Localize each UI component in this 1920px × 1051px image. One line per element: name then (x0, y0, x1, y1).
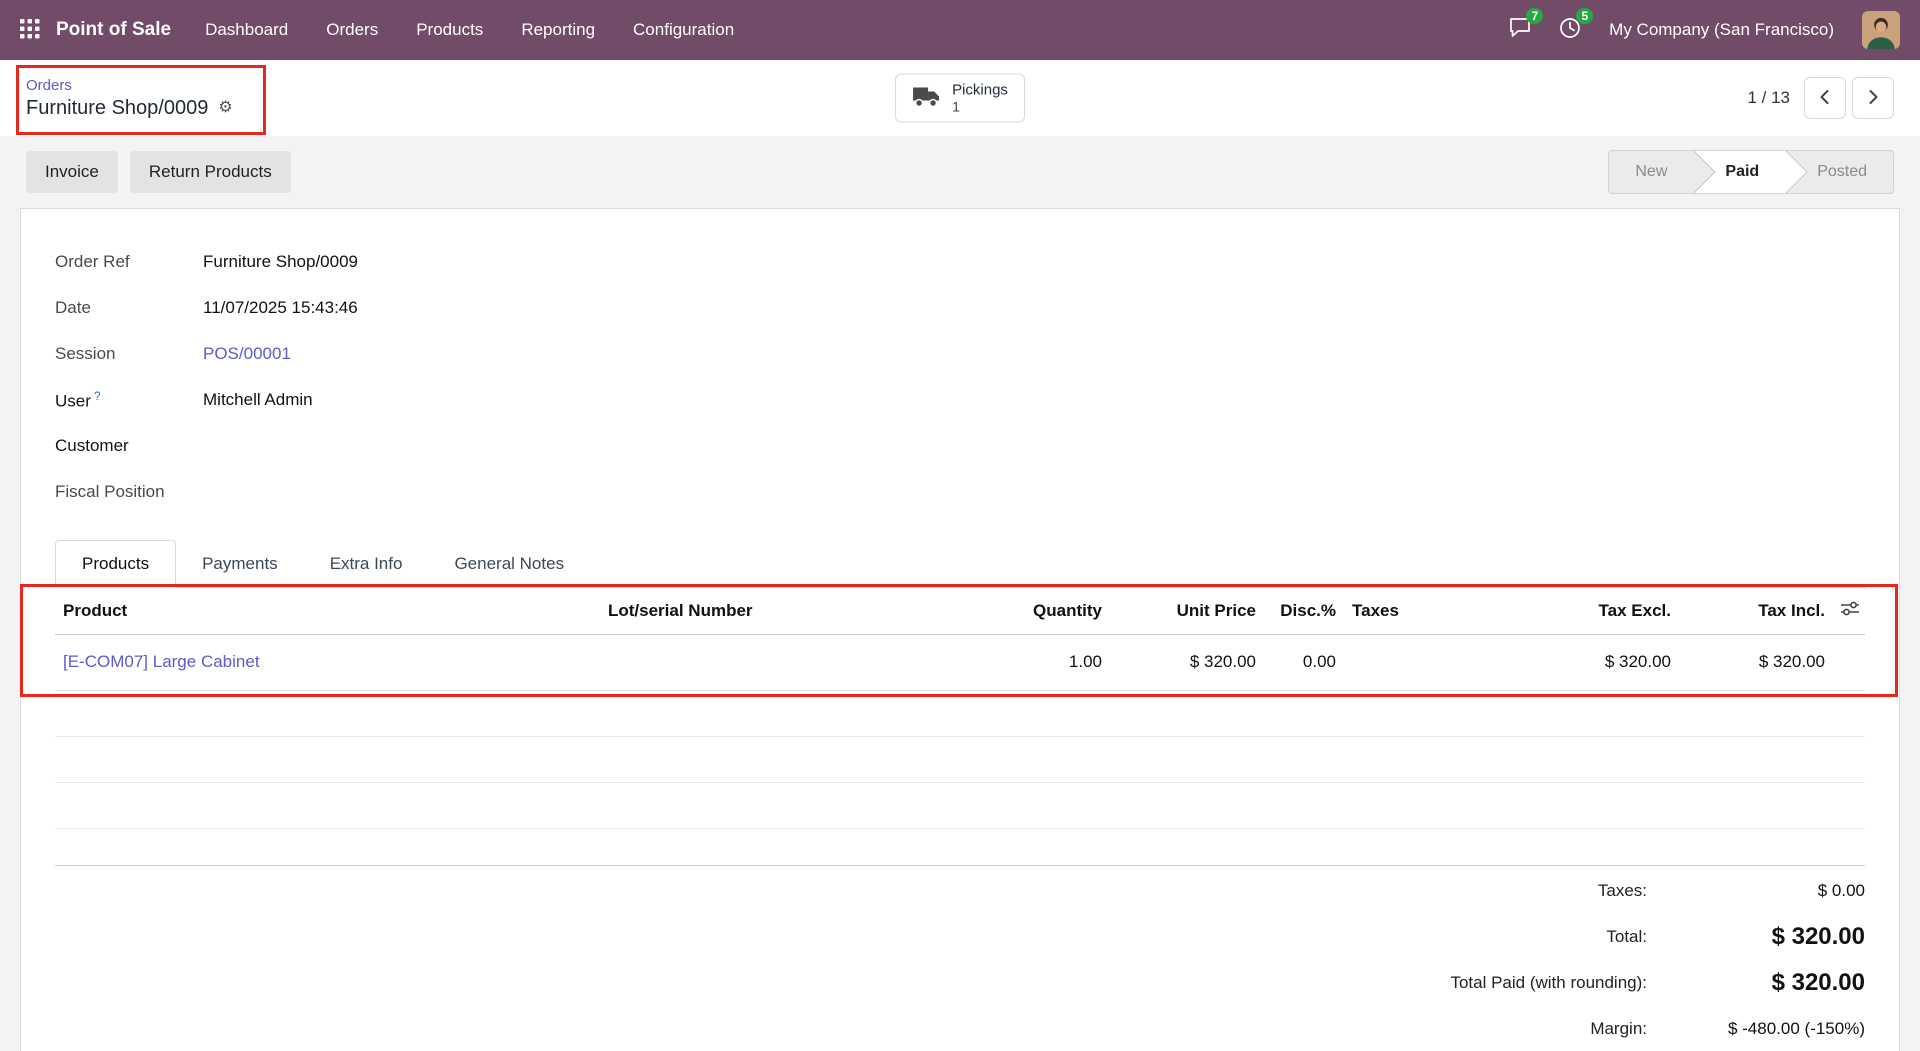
empty-row (55, 782, 1865, 829)
tab-payments[interactable]: Payments (176, 540, 304, 588)
optional-columns-button[interactable] (1833, 588, 1865, 635)
session-link[interactable]: POS/00001 (203, 344, 291, 364)
col-unit-price[interactable]: Unit Price (1110, 588, 1264, 635)
apps-menu-button[interactable] (20, 18, 40, 42)
return-products-button[interactable]: Return Products (129, 151, 291, 193)
empty-row (55, 690, 1865, 737)
apps-grid-icon (20, 18, 40, 42)
field-label: Order Ref (55, 252, 130, 271)
col-quantity[interactable]: Quantity (930, 588, 1110, 635)
total-label: Total Paid (with rounding): (1450, 972, 1647, 992)
tab-general-notes[interactable]: General Notes (428, 540, 590, 588)
pager-value: 1 / 13 (1747, 88, 1790, 107)
company-switcher[interactable]: My Company (San Francisco) (1609, 20, 1834, 40)
truck-icon (912, 86, 940, 111)
field-fiscal-position: Fiscal Position (55, 469, 1865, 515)
col-discount[interactable]: Disc.% (1264, 588, 1344, 635)
status-step-new[interactable]: New (1609, 151, 1694, 193)
top-navbar: Point of Sale Dashboard Orders Products … (0, 0, 1920, 60)
empty-row (55, 736, 1865, 783)
cell-tax-incl[interactable]: $ 320.00 (1679, 634, 1833, 691)
pickings-label: Pickings (952, 81, 1008, 99)
col-taxes[interactable]: Taxes (1344, 588, 1484, 635)
field-value: Furniture Shop/0009 (203, 252, 358, 271)
cell-tax-excl[interactable]: $ 320.00 (1484, 634, 1679, 691)
total-label: Total: (1606, 926, 1647, 946)
user-avatar[interactable] (1862, 11, 1900, 49)
total-label: Taxes: (1597, 880, 1647, 900)
tab-products[interactable]: Products (55, 540, 177, 588)
navbar-right: 7 5 My Company (San Francisco) (1509, 7, 1900, 49)
col-tax-excl[interactable]: Tax Excl. (1484, 588, 1679, 635)
order-lines-table: Product Lot/serial Number Quantity Unit … (55, 588, 1865, 829)
table-row[interactable]: [E-COM07] Large Cabinet 1.00 $ 320.00 0.… (55, 634, 1865, 691)
field-value[interactable]: Mitchell Admin (203, 390, 313, 410)
field-label: Session (55, 344, 116, 363)
cell-lot-serial[interactable] (600, 634, 930, 691)
messages-badge: 7 (1526, 8, 1544, 24)
control-panel: Orders Furniture Shop/0009 ⚙ Pickings 1 … (0, 60, 1920, 136)
menu-reporting[interactable]: Reporting (521, 20, 595, 40)
avatar-image (1862, 11, 1900, 49)
total-amount-row: Total: $ 320.00 (55, 914, 1865, 960)
field-value: 11/07/2025 15:43:46 (203, 298, 358, 317)
product-link[interactable]: [E-COM07] Large Cabinet (63, 652, 260, 671)
field-label: Fiscal Position (55, 482, 165, 501)
total-value: $ 320.00 (1771, 922, 1865, 950)
total-value: $ 320.00 (1771, 968, 1865, 996)
cell-taxes[interactable] (1344, 634, 1484, 691)
total-taxes-row: Taxes: $ 0.00 (55, 868, 1865, 914)
pager: 1 / 13 (1747, 77, 1894, 119)
button-status-row: Invoice Return Products New Paid Posted (0, 136, 1920, 208)
menu-configuration[interactable]: Configuration (633, 20, 734, 40)
breadcrumb: Orders Furniture Shop/0009 ⚙ (26, 77, 233, 120)
pickings-button[interactable]: Pickings 1 (895, 73, 1025, 123)
chevron-left-icon (1816, 88, 1834, 109)
field-label: Customer (55, 436, 129, 455)
notebook-tabs: Products Payments Extra Info General Not… (55, 539, 1865, 588)
field-label: Date (55, 298, 91, 317)
field-date: Date 11/07/2025 15:43:46 (55, 285, 1865, 331)
pager-previous-button[interactable] (1804, 77, 1846, 119)
pager-next-button[interactable] (1852, 77, 1894, 119)
cell-unit-price[interactable]: $ 320.00 (1110, 634, 1264, 691)
total-value: $ -480.00 (-150%) (1727, 1018, 1865, 1038)
app-name[interactable]: Point of Sale (56, 19, 171, 41)
field-label: User? (55, 388, 101, 411)
field-session: Session POS/00001 (55, 331, 1865, 377)
activities-button[interactable]: 5 (1559, 7, 1594, 44)
statusbar: New Paid Posted (1608, 150, 1894, 194)
menu-products[interactable]: Products (416, 20, 483, 40)
chevron-right-icon (1864, 88, 1882, 109)
totals-section: Taxes: $ 0.00 Total: $ 320.00 Total Paid… (55, 864, 1865, 1051)
field-customer: Customer (55, 423, 1865, 469)
menu-dashboard[interactable]: Dashboard (205, 20, 288, 40)
margin-row: Margin: $ -480.00 (-150%) (55, 1006, 1865, 1051)
col-product[interactable]: Product (55, 588, 600, 635)
pickings-count: 1 (952, 98, 960, 115)
main-menu: Dashboard Orders Products Reporting Conf… (205, 20, 734, 40)
breadcrumb-orders-link[interactable]: Orders (26, 77, 233, 94)
total-label: Margin: (1590, 1018, 1647, 1038)
page-title: Furniture Shop/0009 (26, 96, 209, 119)
sliders-icon (1841, 601, 1859, 621)
activities-badge: 5 (1576, 7, 1594, 24)
field-user: User? Mitchell Admin (55, 377, 1865, 423)
tab-extra-info[interactable]: Extra Info (304, 540, 429, 588)
cell-discount[interactable]: 0.00 (1264, 634, 1344, 691)
col-lot-serial[interactable]: Lot/serial Number (600, 588, 930, 635)
table-header-row: Product Lot/serial Number Quantity Unit … (55, 588, 1865, 635)
help-icon[interactable]: ? (94, 389, 101, 403)
invoice-button[interactable]: Invoice (26, 151, 118, 193)
gear-icon[interactable]: ⚙ (218, 100, 232, 116)
total-value: $ 0.00 (1817, 880, 1865, 900)
total-paid-row: Total Paid (with rounding): $ 320.00 (55, 960, 1865, 1006)
messages-button[interactable]: 7 (1509, 8, 1544, 43)
col-tax-incl[interactable]: Tax Incl. (1679, 588, 1833, 635)
field-order-ref: Order Ref Furniture Shop/0009 (55, 239, 1865, 285)
form-sheet: Order Ref Furniture Shop/0009 Date 11/07… (20, 208, 1900, 1051)
menu-orders[interactable]: Orders (326, 20, 378, 40)
cell-quantity[interactable]: 1.00 (930, 634, 1110, 691)
